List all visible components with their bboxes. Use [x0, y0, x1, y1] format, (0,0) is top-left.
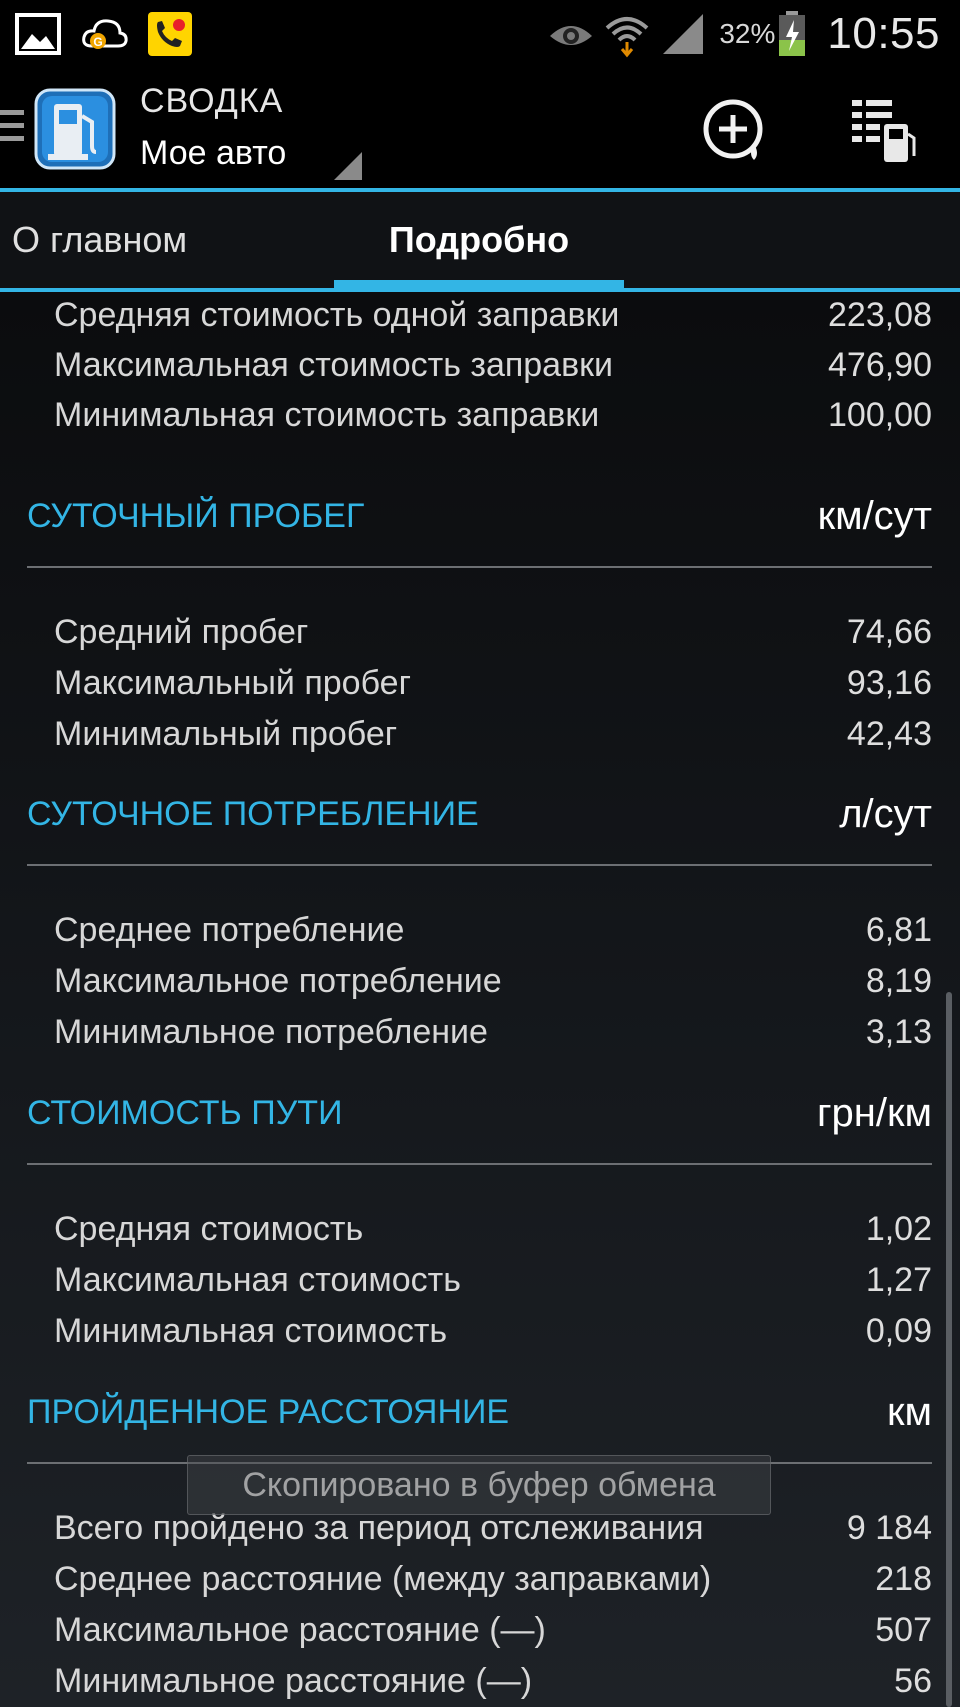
- row-value: 507: [875, 1610, 932, 1649]
- tab-bar: О главном Подробно: [0, 192, 960, 292]
- row-value: 74,66: [846, 612, 932, 651]
- gallery-icon: [15, 13, 61, 55]
- list-item[interactable]: Минимальный пробег 42,43: [54, 709, 932, 759]
- toast-message: Скопировано в буфер обмена: [187, 1455, 771, 1515]
- list-item[interactable]: Максимальная стоимость 1,27: [54, 1255, 932, 1305]
- list-item[interactable]: Минимальная стоимость 0,09: [54, 1306, 932, 1356]
- svg-text:G: G: [93, 35, 102, 49]
- list-item[interactable]: Минимальная стоимость заправки 100,00: [54, 390, 932, 440]
- row-value: 476,90: [828, 345, 932, 384]
- row-label: Максимальная стоимость заправки: [54, 345, 614, 384]
- row-label: Максимальный пробег: [54, 663, 411, 702]
- list-item[interactable]: Среднее потребление 6,81: [54, 905, 932, 955]
- clock: 10:55: [827, 9, 940, 58]
- row-label: Минимальное потребление: [54, 1012, 488, 1051]
- row-label: Средняя стоимость: [54, 1209, 364, 1248]
- row-value: 42,43: [846, 714, 932, 753]
- list-item[interactable]: Средний пробег 74,66: [54, 607, 932, 657]
- list-item[interactable]: Минимальное потребление 3,13: [54, 1007, 932, 1057]
- section-title: ПРОЙДЕННОЕ РАССТОЯНИЕ: [27, 1392, 510, 1431]
- list-item[interactable]: Максимальный пробег 93,16: [54, 658, 932, 708]
- fuel-list-icon[interactable]: [846, 94, 920, 168]
- section-title: СУТОЧНЫЙ ПРОБЕГ: [27, 496, 365, 535]
- spinner-triangle-icon[interactable]: [332, 150, 364, 182]
- row-label: Среднее расстояние (между заправками): [54, 1559, 712, 1598]
- row-label: Минимальный пробег: [54, 714, 398, 753]
- selected-tab-indicator: [334, 280, 624, 292]
- cloud-g-icon: G: [82, 19, 128, 49]
- list-item[interactable]: Среднее расстояние (между заправками) 21…: [54, 1554, 932, 1604]
- status-bar: G 32% 10:55: [0, 0, 960, 68]
- battery-charging-icon: [779, 11, 806, 56]
- list-item[interactable]: Максимальная стоимость заправки 476,90: [54, 340, 932, 390]
- tab-overview[interactable]: О главном: [12, 192, 187, 288]
- row-label: Средний пробег: [54, 612, 309, 651]
- row-value: 6,81: [865, 910, 932, 949]
- tab-details[interactable]: Подробно: [334, 192, 624, 288]
- section-header-daily-mileage: СУТОЧНЫЙ ПРОБЕГ км/сут: [27, 491, 932, 541]
- row-value: 56: [894, 1661, 932, 1700]
- drawer-indicator-icon[interactable]: [0, 110, 24, 144]
- list-item[interactable]: Максимальное расстояние (—) 507: [54, 1605, 932, 1655]
- list-item[interactable]: Средняя стоимость 1,02: [54, 1204, 932, 1254]
- row-value: 1,27: [865, 1260, 932, 1299]
- section-unit: грн/км: [816, 1090, 932, 1135]
- section-unit: л/сут: [839, 791, 932, 836]
- section-divider: [27, 566, 932, 568]
- row-label: Средняя стоимость одной заправки: [54, 295, 620, 334]
- wifi-icon: [606, 17, 649, 58]
- row-value: 0,09: [865, 1311, 932, 1350]
- row-label: Минимальное расстояние (—): [54, 1661, 533, 1700]
- section-divider: [27, 1163, 932, 1165]
- section-unit: км/сут: [817, 493, 932, 538]
- row-value: 93,16: [846, 663, 932, 702]
- screen-title: СВОДКА: [140, 82, 284, 120]
- battery-percent: 32%: [719, 18, 776, 49]
- fuel-pump-app-icon[interactable]: [34, 88, 116, 170]
- section-divider: [27, 864, 932, 866]
- row-value: 3,13: [865, 1012, 932, 1051]
- row-label: Максимальная стоимость: [54, 1260, 461, 1299]
- section-header-distance: ПРОЙДЕННОЕ РАССТОЯНИЕ км: [27, 1387, 932, 1437]
- list-item[interactable]: Минимальное расстояние (—) 56: [54, 1656, 932, 1706]
- row-value: 218: [875, 1559, 932, 1598]
- action-bar: СВОДКА Мое авто: [0, 68, 960, 192]
- row-label: Среднее потребление: [54, 910, 405, 949]
- row-label: Максимальное потребление: [54, 961, 502, 1000]
- signal-icon: [663, 14, 704, 54]
- section-header-path-cost: СТОИМОСТЬ ПУТИ грн/км: [27, 1088, 932, 1138]
- list-item[interactable]: Средняя стоимость одной заправки 223,08: [54, 292, 932, 340]
- row-value: 8,19: [865, 961, 932, 1000]
- add-refuel-icon[interactable]: [700, 96, 770, 166]
- status-bar-system: 32% 10:55: [547, 0, 940, 68]
- section-title: СУТОЧНОЕ ПОТРЕБЛЕНИЕ: [27, 794, 479, 833]
- row-label: Минимальная стоимость: [54, 1311, 448, 1350]
- call-recorder-icon: [148, 12, 192, 56]
- scrollbar[interactable]: [946, 992, 952, 1707]
- row-value: 9 184: [846, 1508, 932, 1547]
- row-value: 100,00: [828, 395, 932, 434]
- vehicle-selector-label[interactable]: Мое авто: [140, 134, 286, 173]
- row-value: 1,02: [865, 1209, 932, 1248]
- section-unit: км: [887, 1389, 932, 1434]
- section-title: СТОИМОСТЬ ПУТИ: [27, 1093, 343, 1132]
- row-label: Минимальная стоимость заправки: [54, 395, 600, 434]
- row-value: 223,08: [828, 295, 932, 334]
- row-label: Максимальное расстояние (—): [54, 1610, 546, 1649]
- eye-icon: [550, 26, 593, 45]
- list-item[interactable]: Максимальное потребление 8,19: [54, 956, 932, 1006]
- status-bar-notifications: G: [14, 0, 212, 68]
- section-header-daily-consumption: СУТОЧНОЕ ПОТРЕБЛЕНИЕ л/сут: [27, 789, 932, 839]
